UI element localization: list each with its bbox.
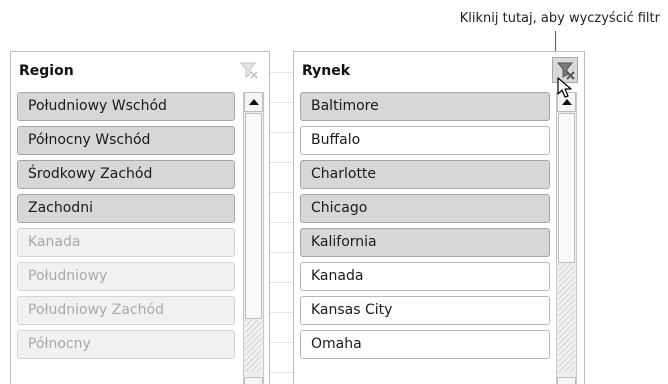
slicer-item-label: Południowy Wschód [28, 98, 167, 114]
slicer-item-label: Północny Wschód [28, 132, 151, 148]
slicer-item[interactable]: Południowy Wschód [17, 92, 235, 121]
slicer-item[interactable]: Środkowy Zachód [17, 160, 235, 189]
mouse-pointer-icon [557, 77, 572, 98]
slicer-title: Region [19, 63, 74, 79]
slicer-item[interactable]: Kanada [300, 262, 550, 291]
slicer-item[interactable]: Omaha [300, 330, 550, 359]
scrollbar-thumb[interactable] [245, 113, 262, 319]
slicer-item[interactable]: Charlotte [300, 160, 550, 189]
slicer-item[interactable]: Kansas City [300, 296, 550, 325]
slicer-item[interactable]: Baltimore [300, 92, 550, 121]
scrollbar-thumb[interactable] [558, 113, 575, 263]
callout-leader-line [555, 31, 556, 51]
slicer-item-list: Baltimore Buffalo Charlotte Chicago Kali… [300, 92, 550, 364]
scrollbar-track [245, 320, 262, 372]
slicer-rynek: Rynek Baltimore Buffalo Charlotte Chicag… [293, 51, 585, 384]
vertical-scrollbar[interactable] [243, 92, 264, 384]
slicer-item-label: Baltimore [311, 98, 379, 114]
slicer-title: Rynek [302, 63, 351, 79]
scroll-up-arrow-icon [249, 99, 259, 105]
slicer-item[interactable]: Kalifornia [300, 228, 550, 257]
slicer-item[interactable]: Buffalo [300, 126, 550, 155]
slicer-item-label: Północny [28, 336, 91, 352]
slicer-item[interactable]: Chicago [300, 194, 550, 223]
slicer-item[interactable]: Północny Wschód [17, 126, 235, 155]
clear-filter-icon [239, 62, 258, 79]
slicer-item-label: Chicago [311, 200, 368, 216]
slicer-item-label: Kalifornia [311, 234, 377, 250]
scroll-up-button[interactable] [244, 92, 263, 112]
slicer-item-list: Południowy Wschód Północny Wschód Środko… [17, 92, 235, 364]
slicer-item-label: Charlotte [311, 166, 377, 182]
scroll-down-button[interactable] [557, 377, 576, 384]
slicer-item[interactable]: Północny [17, 330, 235, 359]
slicer-region: Region Południowy Wschód Północny Wschód… [10, 51, 270, 384]
scroll-down-button[interactable] [244, 377, 263, 384]
slicer-item-label: Omaha [311, 336, 362, 352]
slicer-item-label: Kanada [311, 268, 364, 284]
slicer-item[interactable]: Zachodni [17, 194, 235, 223]
slicer-item[interactable]: Południowy Zachód [17, 296, 235, 325]
slicer-item-label: Środkowy Zachód [28, 166, 153, 182]
slicer-item-label: Kansas City [311, 302, 393, 318]
slicer-item-label: Południowy [28, 268, 108, 284]
slicer-item-label: Zachodni [28, 200, 93, 216]
slicer-header: Region [11, 52, 269, 88]
slicer-item[interactable]: Południowy [17, 262, 235, 291]
scrollbar-track [558, 264, 575, 372]
clear-filter-button[interactable] [235, 57, 261, 83]
callout-label: Kliknij tutaj, aby wyczyścić filtr [459, 11, 660, 26]
slicer-header: Rynek [294, 52, 584, 88]
vertical-scrollbar[interactable] [556, 92, 577, 384]
slicer-item-label: Kanada [28, 234, 81, 250]
slicer-item[interactable]: Kanada [17, 228, 235, 257]
slicer-item-label: Południowy Zachód [28, 302, 164, 318]
slicer-item-label: Buffalo [311, 132, 361, 148]
